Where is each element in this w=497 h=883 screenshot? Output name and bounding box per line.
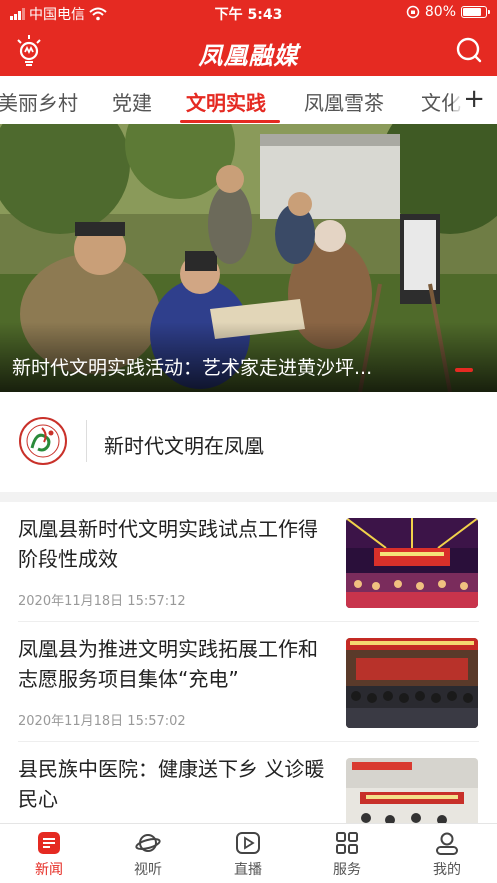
status-right: 80% <box>406 4 490 20</box>
nav-media[interactable]: 视听 <box>113 830 183 879</box>
grid-icon <box>336 832 358 854</box>
hero-banner[interactable]: 新时代文明实践活动：艺术家走进黄沙坪... <box>0 124 497 392</box>
news-title: 凤凰县新时代文明实践试点工作得阶段性成效 <box>18 517 318 571</box>
add-channel-icon[interactable]: + <box>463 84 485 114</box>
hero-caption: 新时代文明实践活动：艺术家走进黄沙坪... <box>12 357 373 379</box>
featured-column[interactable]: 新时代文明在凤凰 <box>0 392 497 492</box>
user-icon <box>436 832 458 855</box>
nav-news[interactable]: 新闻 <box>14 830 84 879</box>
news-time: 2020年11月18日 15:57:02 <box>18 714 186 729</box>
news-title: 县民族中医院：健康送下乡 义诊暖民心 <box>18 757 325 811</box>
news-thumbnail-meeting-hall <box>346 638 478 728</box>
bottom-nav: 新闻 视听 直播 服务 我的 <box>0 823 497 883</box>
planet-icon <box>135 834 161 852</box>
tab-dangjian[interactable]: 党建 <box>112 87 152 116</box>
play-icon <box>236 832 260 854</box>
news-item[interactable]: 凤凰县为推进文明实践拓展工作和志愿服务项目集体“充电” 2020年11月18日 … <box>0 622 497 742</box>
battery-icon <box>461 6 490 18</box>
search-icon[interactable] <box>455 36 483 64</box>
section-gap <box>0 492 497 502</box>
tab-add-area: + <box>453 76 497 124</box>
nav-services[interactable]: 服务 <box>312 830 382 879</box>
tab-wenming-shijian[interactable]: 文明实践 <box>186 87 266 116</box>
rotation-lock-icon <box>406 5 420 19</box>
news-thumbnail-stage-performance <box>346 518 478 608</box>
news-title: 凤凰县为推进文明实践拓展工作和志愿服务项目集体“充电” <box>18 637 318 691</box>
nav-media-label: 视听 <box>134 862 162 878</box>
news-icon <box>38 832 60 854</box>
channel-tabs: 美丽乡村 党建 文明实践 凤凰雪茶 文化 + <box>0 76 497 124</box>
nav-profile[interactable]: 我的 <box>412 830 482 879</box>
battery-percent: 80% <box>424 4 456 20</box>
nav-news-label: 新闻 <box>35 862 63 878</box>
nav-services-label: 服务 <box>333 862 361 878</box>
tab-fenghuang-xuecha[interactable]: 凤凰雪茶 <box>304 87 384 116</box>
status-bar: 中国电信 下午 5:43 80% <box>0 0 497 26</box>
app-header: 凤凰融媒 <box>0 26 497 76</box>
nav-profile-label: 我的 <box>433 862 461 878</box>
app-title: 凤凰融媒 <box>198 42 299 70</box>
civilization-practice-logo-icon <box>19 417 67 465</box>
column-divider <box>86 420 87 462</box>
column-name: 新时代文明在凤凰 <box>104 434 264 458</box>
carousel-indicator <box>455 368 473 372</box>
news-item[interactable]: 凤凰县新时代文明实践试点工作得阶段性成效 2020年11月18日 15:57:1… <box>0 502 497 622</box>
nav-live-label: 直播 <box>234 862 262 878</box>
active-tab-indicator <box>180 120 280 123</box>
news-time: 2020年11月18日 15:57:12 <box>18 594 186 609</box>
tab-meili-xiangcun[interactable]: 美丽乡村 <box>0 87 78 116</box>
nav-live[interactable]: 直播 <box>213 830 283 879</box>
